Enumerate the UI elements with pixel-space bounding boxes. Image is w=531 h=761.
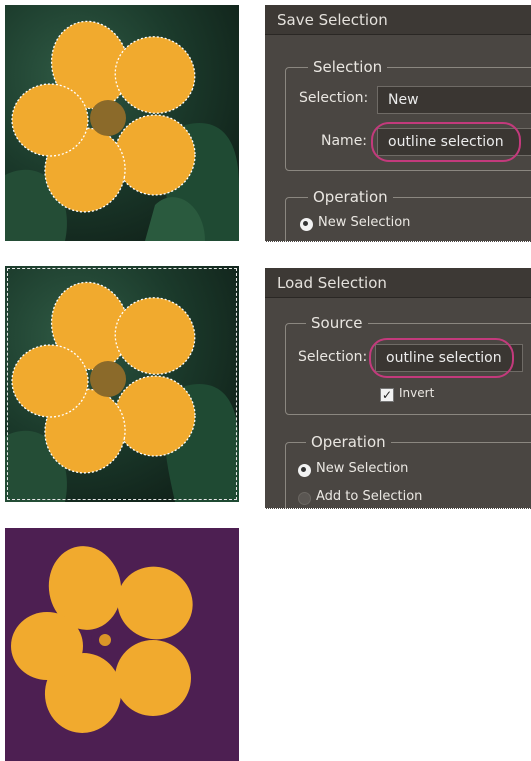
selection-highlight-oval <box>369 338 514 378</box>
flower-graphic <box>11 546 193 733</box>
operation-group-label: Operation <box>306 433 391 451</box>
selection-dropdown[interactable]: New <box>377 86 531 114</box>
selection-label: Selection: <box>299 90 369 106</box>
flower-photo-inverted-selection <box>5 266 239 502</box>
dialog-title: Save Selection <box>265 5 531 35</box>
name-label: Name: <box>321 133 368 149</box>
flower-graphic <box>5 281 239 502</box>
invert-label: Invert <box>399 386 435 400</box>
new-selection-radio[interactable] <box>298 464 311 477</box>
new-selection-radio[interactable] <box>300 218 313 231</box>
add-to-selection-radio[interactable] <box>298 492 311 505</box>
flower-graphic <box>5 20 239 241</box>
dialog-title: Load Selection <box>265 268 531 298</box>
new-selection-label: New Selection <box>318 215 411 230</box>
selection-label: Selection: <box>298 349 368 365</box>
new-selection-label: New Selection <box>316 461 409 476</box>
flower-photo-selected <box>5 5 239 241</box>
selection-group-label: Selection <box>308 58 388 76</box>
load-selection-dialog: Load Selection Source Selection: outline… <box>265 268 531 509</box>
flower-photo-purple-background <box>5 528 239 761</box>
operation-group-label: Operation <box>308 188 393 206</box>
add-to-selection-label: Add to Selection <box>316 489 423 504</box>
source-group-label: Source <box>306 314 368 332</box>
invert-checkbox[interactable]: ✓ <box>380 388 394 402</box>
name-highlight-oval <box>371 122 521 162</box>
save-selection-dialog: Save Selection Selection Selection: New … <box>265 5 531 242</box>
